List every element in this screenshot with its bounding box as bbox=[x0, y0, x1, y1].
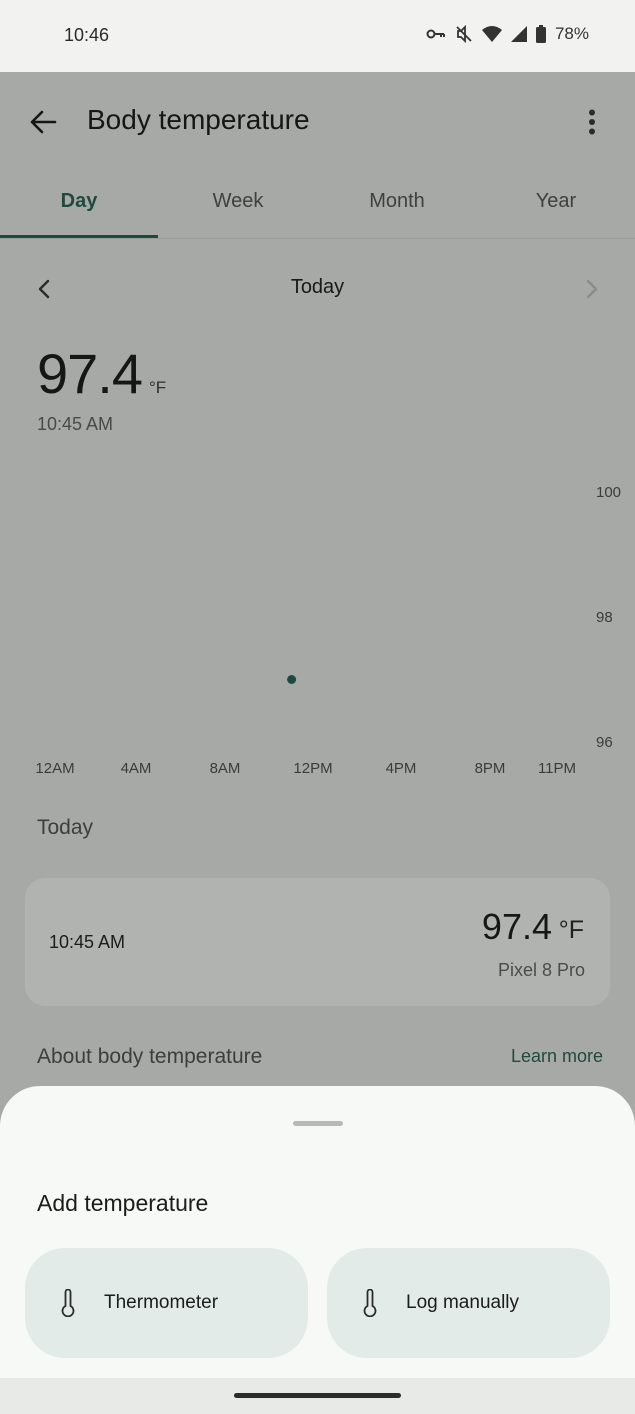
tab-month[interactable]: Month bbox=[318, 190, 476, 213]
thermometer-label: Thermometer bbox=[104, 1292, 219, 1313]
chevron-left-icon bbox=[38, 279, 50, 299]
sheet-drag-handle[interactable] bbox=[293, 1121, 343, 1126]
x-tick-label: 8AM bbox=[210, 760, 241, 777]
x-tick-label: 12AM bbox=[35, 760, 74, 777]
tab-week[interactable]: Week bbox=[159, 190, 317, 213]
x-tick-label: 11PM bbox=[538, 760, 576, 777]
latest-unit: °F bbox=[149, 378, 167, 397]
tab-day[interactable]: Day bbox=[0, 190, 158, 213]
reading-time: 10:45 AM bbox=[49, 932, 126, 952]
wifi-icon bbox=[481, 26, 502, 42]
latest-value: 97.4 bbox=[37, 342, 143, 405]
temperature-chart[interactable]: 12AM 4AM 8AM 12PM 4PM 8PM 11PM 100 98 96 bbox=[0, 470, 635, 790]
status-icons: 78% bbox=[426, 24, 589, 44]
log-manually-label: Log manually bbox=[406, 1292, 520, 1313]
reading-unit: °F bbox=[558, 916, 584, 944]
y-tick-label: 100 bbox=[596, 484, 621, 501]
mute-icon bbox=[455, 25, 473, 43]
y-tick-label: 96 bbox=[596, 734, 613, 751]
battery-level: 78% bbox=[554, 24, 589, 43]
latest-time: 10:45 AM bbox=[37, 414, 114, 434]
period-label: Today bbox=[290, 276, 345, 298]
x-tick-label: 8PM bbox=[475, 760, 506, 777]
signal-icon bbox=[510, 26, 527, 42]
x-tick-label: 4PM bbox=[386, 760, 417, 777]
battery-icon bbox=[535, 25, 546, 43]
tab-divider bbox=[0, 238, 635, 239]
log-manually-button[interactable]: Log manually bbox=[327, 1248, 610, 1358]
about-title: About body temperature bbox=[37, 1045, 263, 1068]
reading-value: 97.4 bbox=[481, 906, 552, 947]
page-title: Body temperature bbox=[87, 104, 310, 135]
reading-source: Pixel 8 Pro bbox=[497, 960, 585, 980]
more-vert-icon bbox=[589, 109, 595, 135]
vpn-key-icon bbox=[426, 27, 446, 41]
x-tick-label: 4AM bbox=[121, 760, 152, 777]
thermometer-icon bbox=[58, 1289, 78, 1317]
tab-year[interactable]: Year bbox=[477, 190, 635, 213]
tab-indicator bbox=[0, 235, 158, 238]
thermometer-icon bbox=[360, 1289, 380, 1317]
learn-more-link[interactable]: Learn more bbox=[511, 1046, 603, 1067]
y-tick-label: 98 bbox=[596, 609, 613, 626]
status-bar: 10:46 78% bbox=[0, 0, 635, 72]
previous-period-button[interactable] bbox=[30, 275, 58, 303]
arrow-back-icon bbox=[30, 110, 57, 134]
thermometer-button[interactable]: Thermometer bbox=[25, 1248, 308, 1358]
back-button[interactable] bbox=[24, 104, 62, 140]
status-time: 10:46 bbox=[64, 25, 110, 45]
more-options-button[interactable] bbox=[576, 104, 608, 140]
x-tick-label: 12PM bbox=[293, 760, 332, 777]
data-point[interactable] bbox=[287, 675, 297, 684]
next-period-button[interactable] bbox=[578, 275, 606, 303]
list-heading: Today bbox=[37, 816, 94, 839]
reading-card[interactable]: 10:45 AM 97.4 °F Pixel 8 Pro bbox=[25, 878, 610, 1006]
home-gesture-handle[interactable] bbox=[234, 1393, 401, 1398]
add-temperature-sheet: Add temperature Thermometer Log manually bbox=[0, 1086, 635, 1414]
chevron-right-icon bbox=[586, 279, 598, 299]
sheet-title: Add temperature bbox=[37, 1190, 209, 1216]
